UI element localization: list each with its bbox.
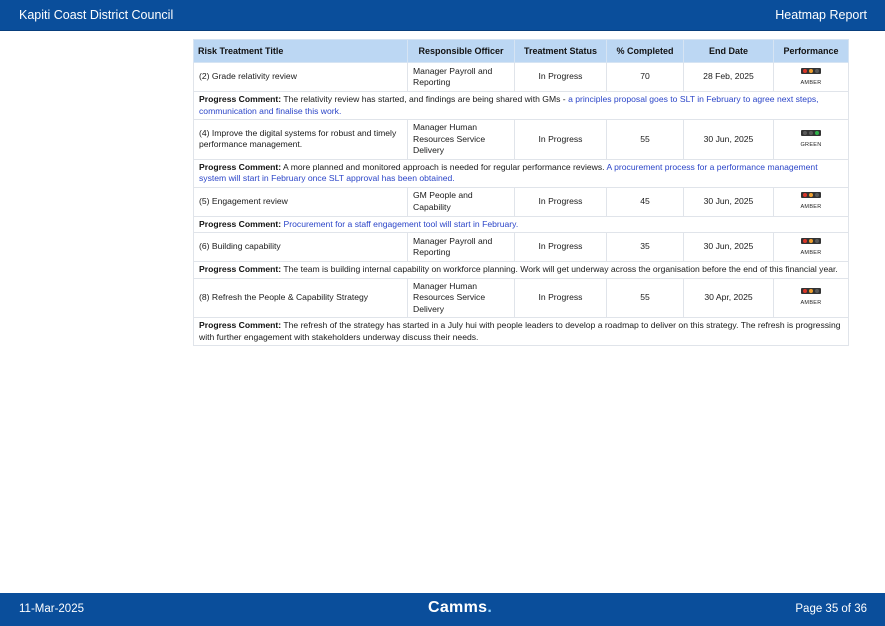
end-date-cell: 30 Jun, 2025 xyxy=(683,232,774,262)
camms-logo: Camms. xyxy=(428,599,492,617)
traffic-lamp xyxy=(803,238,807,243)
completed-cell: 45 xyxy=(606,186,684,217)
progress-comment-label: Progress Comment: xyxy=(199,94,282,104)
traffic-light-icon: GREEN xyxy=(800,127,821,151)
report-footer: 11-Mar-2025 Camms. Page 35 of 36 xyxy=(0,593,885,626)
traffic-lamp xyxy=(809,238,813,243)
traffic-lamp xyxy=(809,68,813,73)
officer-cell: GM People and Capability xyxy=(407,186,515,217)
column-header-completed: % Completed xyxy=(606,39,684,63)
progress-comment-row: Progress Comment: A more planned and mon… xyxy=(193,158,849,188)
officer-cell: Manager Payroll and Reporting xyxy=(407,232,515,262)
performance-cell: AMBER xyxy=(773,186,849,217)
performance-label: AMBER xyxy=(800,249,822,256)
completed-cell: 55 xyxy=(606,277,684,318)
column-header-end-date: End Date xyxy=(683,39,774,63)
progress-comment-row: Progress Comment: The team is building i… xyxy=(193,261,849,279)
risk-title-cell: (8) Refresh the People & Capability Stra… xyxy=(193,277,408,318)
progress-comment-row: Progress Comment: Procurement for a staf… xyxy=(193,215,849,233)
column-header-title: Risk Treatment Title xyxy=(193,39,408,63)
performance-cell: AMBER xyxy=(773,62,849,92)
progress-comment-label: Progress Comment: xyxy=(199,161,282,172)
risk-title-cell: (6) Building capability xyxy=(193,232,408,262)
end-date-cell: 30 Jun, 2025 xyxy=(683,119,774,160)
progress-comment-text: The refresh of the strategy has started … xyxy=(199,320,841,342)
table-row: (4) Improve the digital systems for robu… xyxy=(193,119,849,160)
traffic-lamp xyxy=(815,238,819,243)
progress-comment: Progress Comment: Procurement for a staf… xyxy=(193,215,849,233)
progress-comment-text: A more planned and monitored approach is… xyxy=(281,161,607,172)
traffic-lamp xyxy=(815,289,819,294)
performance-label: GREEN xyxy=(800,141,822,148)
brand-name: Camms xyxy=(428,599,488,616)
performance-label: AMBER xyxy=(800,204,822,210)
traffic-light-icon: AMBER xyxy=(800,286,821,310)
traffic-light-icon: AMBER xyxy=(800,65,821,89)
status-cell: In Progress xyxy=(514,62,607,92)
column-header-status: Treatment Status xyxy=(514,39,607,63)
traffic-lamp xyxy=(815,193,819,198)
risk-title-cell: (2) Grade relativity review xyxy=(193,62,408,92)
table-row: (8) Refresh the People & Capability Stra… xyxy=(193,277,849,318)
performance-label: AMBER xyxy=(800,79,822,86)
table-row: (6) Building capability Manager Payroll a… xyxy=(193,232,849,262)
risk-title-cell: (5) Engagement review xyxy=(193,186,408,217)
end-date-cell: 28 Feb, 2025 xyxy=(683,62,774,92)
traffic-lamp xyxy=(815,68,819,73)
brand-dot: . xyxy=(487,599,493,616)
performance-cell: GREEN xyxy=(773,119,849,160)
column-header-officer: Responsible Officer xyxy=(407,39,515,63)
traffic-lamp xyxy=(803,289,807,294)
table-row: (5) Engagement review GM People and Capab… xyxy=(193,186,849,217)
status-cell: In Progress xyxy=(514,119,607,160)
traffic-lamp xyxy=(809,130,813,135)
progress-comment-row: Progress Comment: The relativity review … xyxy=(193,91,849,120)
performance-label: AMBER xyxy=(800,300,822,307)
traffic-lamp xyxy=(803,130,807,135)
status-cell: In Progress xyxy=(514,232,607,262)
risk-title-cell: (4) Improve the digital systems for robu… xyxy=(193,119,408,160)
progress-comment-label: Progress Comment: xyxy=(199,264,282,274)
progress-comment: Progress Comment: The relativity review … xyxy=(193,91,849,120)
progress-comment-row: Progress Comment: The refresh of the str… xyxy=(193,317,849,346)
progress-comment-text: The team is building internal capability… xyxy=(281,264,838,274)
progress-comment-label: Progress Comment: xyxy=(199,320,282,330)
report-title: Heatmap Report xyxy=(775,8,867,22)
heatmap-table: Risk Treatment Title Responsible Officer… xyxy=(193,39,849,346)
progress-comment-highlight: Procurement for a staff engagement tool … xyxy=(283,218,519,229)
traffic-light-icon: AMBER xyxy=(800,190,821,214)
end-date-cell: 30 Apr, 2025 xyxy=(683,277,774,318)
table-row: (2) Grade relativity review Manager Payro… xyxy=(193,62,849,92)
progress-comment: Progress Comment: The refresh of the str… xyxy=(193,317,849,346)
status-cell: In Progress xyxy=(514,186,607,217)
traffic-lamp xyxy=(809,289,813,294)
traffic-lamp xyxy=(803,193,807,198)
traffic-lamp xyxy=(815,130,819,135)
traffic-light-icon: AMBER xyxy=(800,235,821,259)
progress-comment: Progress Comment: The team is building i… xyxy=(193,261,849,279)
performance-cell: AMBER xyxy=(773,232,849,262)
officer-cell: Manager Human Resources Service Delivery xyxy=(407,277,515,318)
report-header: Kapiti Coast District Council Heatmap Re… xyxy=(0,0,885,31)
progress-comment: Progress Comment: A more planned and mon… xyxy=(193,158,849,188)
traffic-lamp xyxy=(803,68,807,73)
end-date-cell: 30 Jun, 2025 xyxy=(683,186,774,217)
performance-cell: AMBER xyxy=(773,277,849,318)
officer-cell: Manager Human Resources Service Delivery xyxy=(407,119,515,160)
completed-cell: 70 xyxy=(606,62,684,92)
progress-comment-label: Progress Comment: xyxy=(199,218,282,229)
organisation-name: Kapiti Coast District Council xyxy=(19,8,174,22)
progress-comment-text: The relativity review has started, and f… xyxy=(281,94,569,104)
table-header-row: Risk Treatment Title Responsible Officer… xyxy=(193,39,849,63)
completed-cell: 35 xyxy=(606,232,684,262)
report-date: 11-Mar-2025 xyxy=(19,603,84,615)
column-header-performance: Performance xyxy=(773,39,849,63)
traffic-lamp xyxy=(809,193,813,198)
officer-cell: Manager Payroll and Reporting xyxy=(407,62,515,92)
status-cell: In Progress xyxy=(514,277,607,318)
completed-cell: 55 xyxy=(606,119,684,160)
page-number: Page 35 of 36 xyxy=(795,603,867,615)
